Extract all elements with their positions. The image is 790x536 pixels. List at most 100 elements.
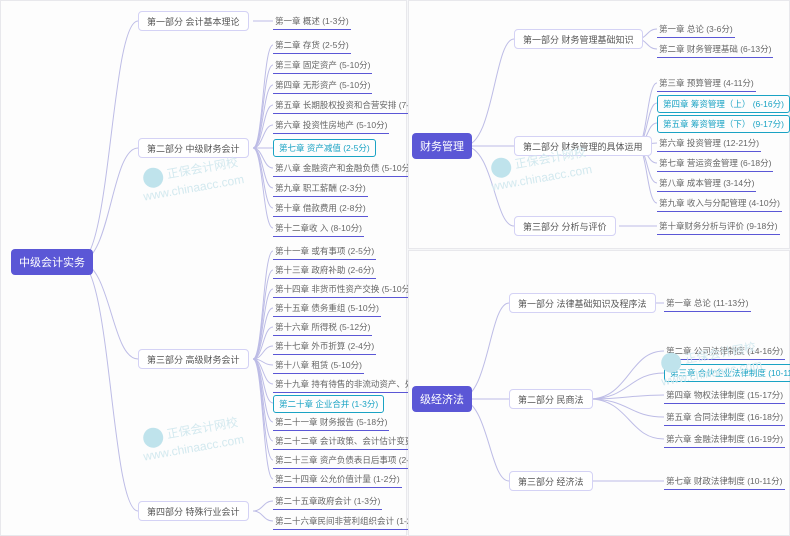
leaf-label: 第三章 合伙企业法律制度 (10-11分): [670, 367, 790, 379]
watermark: 正保会计网校www.chinaacc.com: [139, 412, 246, 465]
leaf-node[interactable]: 第十三章 政府补助 (2-6分): [273, 262, 376, 279]
leaf-node[interactable]: 第九章 收入与分配管理 (4-10分): [657, 195, 782, 212]
leaf-label: 第二十章 企业合并 (1-3分): [279, 398, 378, 410]
leaf-label: 第十四章 非货币性资产交换 (5-10分): [275, 283, 413, 295]
leaf-label: 第三章 固定资产 (5-10分): [275, 59, 370, 71]
leaf-label: 第五章 筹资管理（下） (9-17分): [663, 118, 784, 130]
leaf-node[interactable]: 第八章 成本管理 (3-14分): [657, 175, 756, 192]
root-economic-law[interactable]: 级经济法: [412, 386, 472, 412]
leaf-label: 第七章 资产减值 (2-5分): [279, 142, 370, 154]
group-label: 第二部分 民商法: [518, 393, 584, 406]
leaf-node[interactable]: 第五章 合同法律制度 (16-18分): [664, 409, 785, 426]
leaf-label: 第九章 职工薪酬 (2-3分): [275, 182, 366, 194]
leaf-node[interactable]: 第二章 存货 (2-5分): [273, 37, 351, 54]
leaf-node[interactable]: 第一章 总论 (11-13分): [664, 295, 751, 312]
leaf-node[interactable]: 第九章 职工薪酬 (2-3分): [273, 180, 368, 197]
leaf-node-highlighted[interactable]: 第三章 合伙企业法律制度 (10-11分): [664, 364, 790, 382]
leaf-label: 第二十四章 公允价值计量 (1-2分): [275, 473, 400, 485]
leaf-label: 第一章 概述 (1-3分): [275, 15, 349, 27]
leaf-node[interactable]: 第二十六章民间非营利组织会计 (1-2…: [273, 513, 422, 530]
logo-icon: [142, 426, 165, 449]
leaf-label: 第七章 营运资金管理 (6-18分): [659, 157, 771, 169]
leaf-node[interactable]: 第七章 营运资金管理 (6-18分): [657, 155, 773, 172]
leaf-node[interactable]: 第十四章 非货币性资产交换 (5-10分): [273, 281, 415, 298]
leaf-node[interactable]: 第二十一章 财务报告 (5-18分): [273, 414, 389, 431]
leaf-node[interactable]: 第四章 无形资产 (5-10分): [273, 77, 372, 94]
leaf-node[interactable]: 第十六章 所得税 (5-12分): [273, 319, 372, 336]
leaf-node[interactable]: 第二十二章 会计政策、会计估计变更…: [273, 433, 424, 450]
leaf-node[interactable]: 第六章 投资性房地产 (5-10分): [273, 117, 389, 134]
group-part3[interactable]: 第三部分 分析与评价: [514, 216, 616, 236]
leaf-node[interactable]: 第六章 金融法律制度 (16-19分): [664, 431, 785, 448]
leaf-node[interactable]: 第二章 财务管理基础 (6-13分): [657, 41, 773, 58]
leaf-label: 第十三章 政府补助 (2-6分): [275, 264, 374, 276]
root-financial-management[interactable]: 财务管理: [412, 133, 472, 159]
leaf-node[interactable]: 第一章 总论 (3-6分): [657, 21, 735, 38]
leaf-label: 第十一章 或有事项 (2-5分): [275, 245, 374, 257]
leaf-node[interactable]: 第六章 投资管理 (12-21分): [657, 135, 761, 152]
group-part2[interactable]: 第二部分 民商法: [509, 389, 593, 409]
leaf-label: 第七章 财政法律制度 (10-11分): [666, 475, 783, 487]
leaf-node-highlighted[interactable]: 第五章 筹资管理（下） (9-17分): [657, 115, 790, 133]
group-label: 第三部分 分析与评价: [523, 220, 607, 233]
group-part3[interactable]: 第三部分 高级财务会计: [138, 349, 249, 369]
leaf-node[interactable]: 第四章 物权法律制度 (15-17分): [664, 387, 785, 404]
leaf-node[interactable]: 第八章 金融资产和金融负债 (5-10分): [273, 160, 415, 177]
root-accounting-practice[interactable]: 中级会计实务: [11, 249, 93, 275]
leaf-node[interactable]: 第一章 概述 (1-3分): [273, 13, 351, 30]
leaf-node-highlighted[interactable]: 第七章 资产减值 (2-5分): [273, 139, 376, 157]
leaf-node[interactable]: 第十章 借款费用 (2-8分): [273, 200, 368, 217]
mindmap-accounting-practice: 中级会计实务 第一部分 会计基本理论 第二部分 中级财务会计 第三部分 高级财务…: [0, 0, 407, 536]
leaf-label: 第十章 借款费用 (2-8分): [275, 202, 366, 214]
leaf-node-highlighted[interactable]: 第二十章 企业合并 (1-3分): [273, 395, 384, 413]
group-part1[interactable]: 第一部分 会计基本理论: [138, 11, 249, 31]
leaf-node[interactable]: 第十一章 或有事项 (2-5分): [273, 243, 376, 260]
group-label: 第三部分 经济法: [518, 475, 584, 488]
leaf-label: 第八章 金融资产和金融负债 (5-10分): [275, 162, 413, 174]
leaf-node[interactable]: 第二十五章政府会计 (1-3分): [273, 493, 382, 510]
leaf-node[interactable]: 第十八章 租赁 (5-10分): [273, 357, 364, 374]
leaf-node[interactable]: 第二章 公司法律制度 (14-16分): [664, 343, 785, 360]
leaf-node[interactable]: 第三章 固定资产 (5-10分): [273, 57, 372, 74]
leaf-label: 第八章 成本管理 (3-14分): [659, 177, 754, 189]
group-label: 第二部分 中级财务会计: [147, 142, 240, 155]
leaf-label: 第二章 财务管理基础 (6-13分): [659, 43, 771, 55]
leaf-label: 第六章 金融法律制度 (16-19分): [666, 433, 783, 445]
leaf-node[interactable]: 第二十三章 资产负债表日后事项 (2-1…: [273, 452, 424, 469]
logo-icon: [142, 166, 165, 189]
leaf-label: 第六章 投资性房地产 (5-10分): [275, 119, 387, 131]
group-part2[interactable]: 第二部分 财务管理的具体运用: [514, 136, 652, 156]
leaf-node[interactable]: 第五章 长期股权投资和合营安排 (7-1…: [273, 97, 424, 114]
group-label: 第一部分 会计基本理论: [147, 15, 240, 28]
watermark: 正保会计网校www.chinaacc.com: [139, 152, 246, 205]
group-label: 第四部分 特殊行业会计: [147, 505, 240, 518]
leaf-label: 第十六章 所得税 (5-12分): [275, 321, 370, 333]
leaf-node[interactable]: 第十章财务分析与评价 (9-18分): [657, 218, 780, 235]
leaf-node[interactable]: 第七章 财政法律制度 (10-11分): [664, 473, 785, 490]
leaf-label: 第二十五章政府会计 (1-3分): [275, 495, 380, 507]
leaf-label: 第二十一章 财务报告 (5-18分): [275, 416, 387, 428]
leaf-label: 第六章 投资管理 (12-21分): [659, 137, 759, 149]
group-label: 第一部分 财务管理基础知识: [523, 33, 634, 46]
leaf-label: 第二十六章民间非营利组织会计 (1-2…: [275, 515, 420, 527]
group-part3[interactable]: 第三部分 经济法: [509, 471, 593, 491]
group-label: 第一部分 法律基础知识及程序法: [518, 297, 647, 310]
leaf-node[interactable]: 第三章 预算管理 (4-11分): [657, 75, 756, 92]
group-part4[interactable]: 第四部分 特殊行业会计: [138, 501, 249, 521]
leaf-node-highlighted[interactable]: 第四章 筹资管理（上） (6-16分): [657, 95, 790, 113]
leaf-label: 第四章 无形资产 (5-10分): [275, 79, 370, 91]
leaf-node[interactable]: 第十七章 外币折算 (2-4分): [273, 338, 376, 355]
leaf-label: 第九章 收入与分配管理 (4-10分): [659, 197, 780, 209]
leaf-node[interactable]: 第二十四章 公允价值计量 (1-2分): [273, 471, 402, 488]
leaf-label: 第十二章收 入 (8-10分): [275, 222, 362, 234]
leaf-node[interactable]: 第十五章 债务重组 (5-10分): [273, 300, 381, 317]
group-part1[interactable]: 第一部分 财务管理基础知识: [514, 29, 643, 49]
leaf-node[interactable]: 第十二章收 入 (8-10分): [273, 220, 364, 237]
logo-icon: [490, 156, 513, 179]
leaf-label: 第四章 筹资管理（上） (6-16分): [663, 98, 784, 110]
group-part2[interactable]: 第二部分 中级财务会计: [138, 138, 249, 158]
leaf-label: 第三章 预算管理 (4-11分): [659, 77, 754, 89]
group-part1[interactable]: 第一部分 法律基础知识及程序法: [509, 293, 656, 313]
leaf-label: 第十九章 持有待售的非流动资产、处…: [275, 378, 422, 390]
leaf-node[interactable]: 第十九章 持有待售的非流动资产、处…: [273, 376, 424, 393]
